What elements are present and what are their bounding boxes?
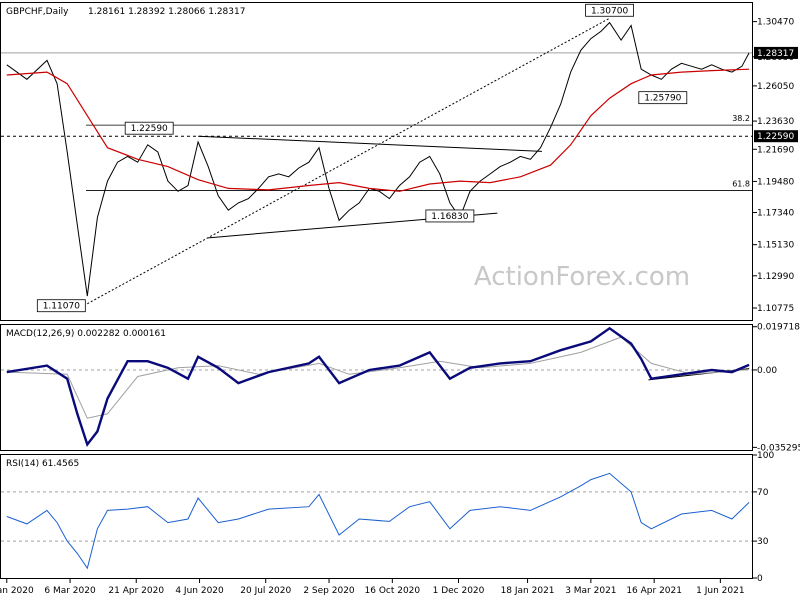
- x-tick-label: 2 Sep 2020: [303, 586, 355, 596]
- x-tick-label: 6 Mar 2020: [44, 586, 96, 596]
- x-tick-label: 16 Oct 2020: [365, 586, 421, 596]
- fib-level-label: 61.8: [732, 180, 750, 189]
- price-series: [6, 21, 750, 297]
- price-annotation-label: 1.11070: [43, 302, 80, 312]
- y-tick-label: 1.19480: [757, 177, 794, 187]
- y-tick-label: 1.10775: [757, 304, 794, 314]
- macd-label: MACD(12,26,9) 0.002282 0.000161: [6, 329, 166, 339]
- chart-ohlc: 1.28161 1.28392 1.28066 1.28317: [88, 7, 245, 17]
- y-tick-label: 0.019718: [757, 323, 800, 333]
- y-tick-label: 0.00: [757, 366, 777, 376]
- x-tick-label: 20 Jul 2020: [240, 586, 291, 596]
- chart-symbol: GBPCHF,Daily: [6, 7, 69, 17]
- y-tick-label: 1.12990: [757, 272, 794, 282]
- y-tick-label: 1.30470: [757, 18, 794, 28]
- x-tick-label: 4 Jun 2020: [175, 586, 224, 596]
- y-tick-label: 100: [757, 451, 774, 461]
- price-annotation-label: 1.25790: [644, 94, 681, 104]
- price-annotation-label: 1.22590: [131, 124, 168, 134]
- y-tick-label: 30: [757, 537, 769, 547]
- rsi-label: RSI(14) 61.4565: [6, 459, 79, 469]
- x-tick-label: 18 Jan 2021: [501, 586, 555, 596]
- y-tick-label: 1.15130: [757, 241, 794, 251]
- forex-chart: ActionForex.com GBPCHF,Daily 1.28161 1.2…: [0, 2, 800, 596]
- x-tick-label: 3 Mar 2021: [565, 586, 616, 596]
- rsi-panel: 100 70 30 0: [1, 451, 774, 584]
- y-tick-label: 0: [757, 574, 763, 584]
- highlight-price-label: 1.22590: [757, 132, 794, 142]
- y-tick-label: 1.17340: [757, 209, 794, 219]
- x-tick-label: 22 Jan 2020: [0, 586, 34, 596]
- price-annotation-label: 1.30700: [591, 6, 628, 16]
- trendline: [87, 17, 610, 305]
- fib-level-label: 38.2: [732, 114, 750, 123]
- rsi-series: [6, 472, 750, 570]
- y-tick-label: 1.26050: [757, 82, 794, 92]
- x-tick-label: 16 Apr 2021: [626, 586, 682, 596]
- x-axis: 22 Jan 2020 6 Mar 2020 21 Apr 2020 4 Jun 20…: [0, 578, 745, 596]
- x-tick-label: 21 Apr 2020: [108, 586, 164, 596]
- x-tick-label: 1 Dec 2020: [433, 586, 485, 596]
- current-price-label: 1.28317: [757, 49, 794, 59]
- y-tick-label: 1.21690: [757, 145, 794, 155]
- y-tick-label: 1.23630: [757, 117, 794, 127]
- watermark: ActionForex.com: [474, 262, 690, 292]
- x-tick-label: 1 Jun 2021: [696, 586, 744, 596]
- trendline: [198, 135, 542, 152]
- macd-panel: 0.0197180.00-0.035295: [1, 323, 800, 453]
- y-tick-label: 70: [757, 488, 769, 498]
- moving-average-series: [6, 68, 750, 192]
- price-annotation-label: 1.16830: [431, 212, 468, 222]
- macd-series: [6, 326, 750, 448]
